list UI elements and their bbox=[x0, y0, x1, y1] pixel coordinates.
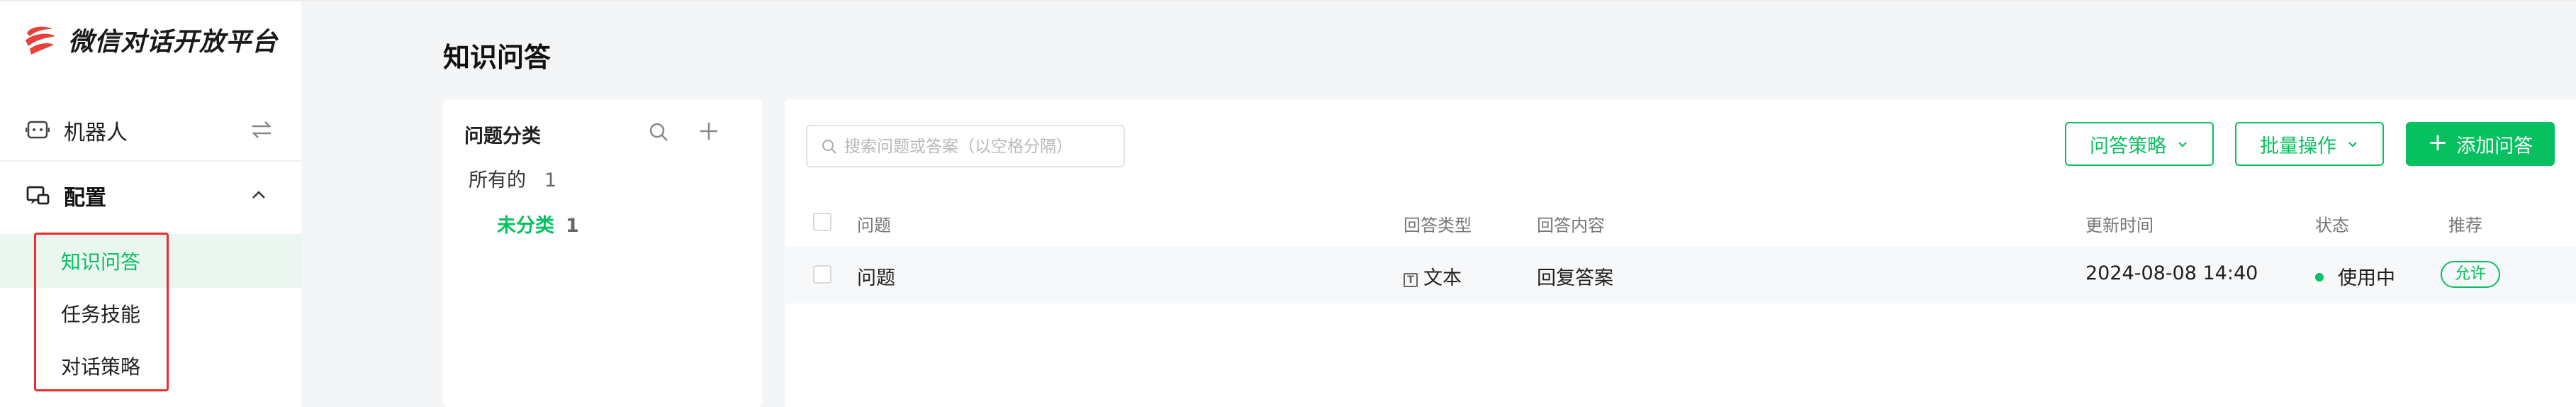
cell-status: 使用中 bbox=[2315, 262, 2395, 290]
row-checkbox[interactable] bbox=[813, 265, 831, 284]
category-count: 1 bbox=[566, 215, 579, 237]
cell-answer-content: 回复答案 bbox=[1537, 267, 1613, 289]
add-qa-button[interactable]: + 添加问答 bbox=[2406, 122, 2555, 166]
app-root: 微信对话开放平台 机器人 配置 知识问答 任务技能 对话策略 知识问答 问题分类… bbox=[0, 0, 2576, 407]
status-label: 使用中 bbox=[2338, 267, 2395, 289]
column-header-status: 状态 bbox=[2315, 216, 2349, 235]
recommend-tag[interactable]: 允许 bbox=[2441, 261, 2501, 288]
category-label: 未分类 bbox=[497, 215, 554, 237]
chevron-down-icon bbox=[2178, 142, 2187, 147]
search-icon bbox=[822, 140, 836, 154]
category-panel: 问题分类 所有的 1 未分类 1 bbox=[443, 99, 762, 407]
qa-strategy-button[interactable]: 问答策略 bbox=[2065, 122, 2214, 166]
robot-icon bbox=[26, 121, 50, 139]
button-label: 批量操作 bbox=[2260, 135, 2336, 157]
search-icon[interactable] bbox=[647, 121, 670, 143]
answer-type-label: 文本 bbox=[1423, 267, 1462, 289]
switch-icon[interactable] bbox=[250, 118, 274, 142]
button-label: 问答策略 bbox=[2090, 135, 2166, 157]
column-header-updated-time: 更新时间 bbox=[2085, 216, 2154, 235]
button-label: 添加问答 bbox=[2456, 135, 2533, 157]
sidebar-item-config[interactable]: 配置 bbox=[0, 169, 301, 223]
column-header-recommend: 推荐 bbox=[2448, 216, 2482, 235]
sidebar-item-label: 配置 bbox=[64, 186, 106, 211]
category-panel-title: 问题分类 bbox=[464, 126, 541, 147]
page-title: 知识问答 bbox=[443, 42, 551, 73]
add-category-icon[interactable] bbox=[697, 119, 721, 143]
chevron-down-icon bbox=[2348, 142, 2357, 147]
category-all[interactable]: 所有的 1 bbox=[469, 165, 556, 192]
plus-icon: + bbox=[2427, 128, 2448, 157]
sidebar-item-robot[interactable]: 机器人 bbox=[0, 101, 301, 160]
text-type-icon: T bbox=[1404, 273, 1418, 287]
qa-list-panel: 问答策略 批量操作 + 添加问答 问题 回答类型 回答内容 更新时间 状态 推荐 bbox=[785, 99, 2576, 407]
sidebar-divider bbox=[0, 160, 301, 162]
batch-operation-button[interactable]: 批量操作 bbox=[2235, 122, 2384, 166]
cell-question: 问题 bbox=[857, 267, 895, 289]
search-input[interactable] bbox=[844, 133, 1114, 160]
cell-updated-time: 2024-08-08 14:40 bbox=[2085, 262, 2258, 284]
sidebar: 微信对话开放平台 机器人 配置 知识问答 任务技能 对话策略 bbox=[0, 1, 301, 407]
table-row[interactable]: 问题 T 文本 回复答案 2024-08-08 14:40 使用中 允许 bbox=[785, 247, 2576, 303]
category-count: 1 bbox=[544, 169, 557, 191]
table-header: 问题 回答类型 回答内容 更新时间 状态 推荐 bbox=[785, 196, 2576, 247]
select-all-checkbox[interactable] bbox=[813, 213, 831, 231]
column-header-answer-content: 回答内容 bbox=[1537, 216, 1605, 235]
main-content: 知识问答 问题分类 所有的 1 未分类 1 搜索问题或答案（以空格分隔） 问答策… bbox=[301, 1, 2576, 407]
search-field[interactable] bbox=[806, 125, 1125, 167]
column-header-question: 问题 bbox=[857, 216, 891, 235]
annotation-highlight-box bbox=[34, 233, 169, 391]
sidebar-item-label: 机器人 bbox=[64, 121, 128, 145]
wechat-logo-icon bbox=[26, 26, 55, 55]
status-dot-icon bbox=[2315, 273, 2324, 281]
column-header-answer-type: 回答类型 bbox=[1404, 216, 1472, 235]
cell-answer-type: T 文本 bbox=[1404, 262, 1462, 290]
logo-text: 微信对话开放平台 bbox=[68, 28, 279, 57]
chevron-up-icon[interactable] bbox=[248, 184, 269, 206]
config-chat-icon bbox=[26, 186, 50, 205]
category-uncategorized[interactable]: 未分类 1 bbox=[497, 210, 579, 238]
logo[interactable]: 微信对话开放平台 bbox=[23, 21, 278, 58]
category-label: 所有的 bbox=[469, 169, 526, 191]
